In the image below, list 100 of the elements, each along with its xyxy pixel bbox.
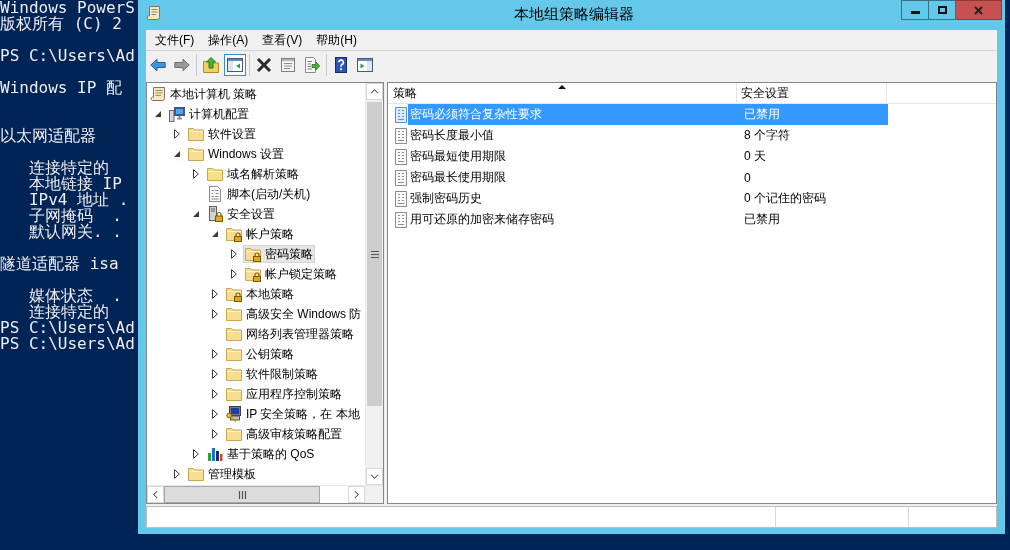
setting-cell-text: 已禁用 — [743, 211, 781, 228]
chevron-right-icon — [353, 490, 360, 499]
policy-cell-text: 密码必须符合复杂性要求 — [409, 106, 543, 123]
expand-arrow-icon[interactable] — [212, 409, 218, 419]
expand-arrow-icon[interactable] — [212, 349, 218, 359]
tree-item[interactable]: 本地策略 — [224, 285, 296, 303]
minimize-icon — [910, 10, 920, 14]
folder-icon — [188, 126, 204, 142]
menu-item[interactable]: 操作(A) — [201, 30, 256, 50]
column-header[interactable]: 安全设置 — [737, 83, 887, 103]
properties-icon — [280, 57, 296, 73]
tree-item[interactable]: 基于策略的 QoS — [205, 445, 317, 463]
menu-item[interactable]: 帮助(H) — [309, 30, 364, 50]
grid-page-icon — [394, 211, 408, 228]
list-row[interactable]: 密码最短使用期限 0 天 — [408, 146, 888, 167]
expand-arrow-icon[interactable] — [212, 369, 218, 379]
folder-icon — [188, 466, 204, 482]
list-row[interactable]: 密码最长使用期限 0 — [408, 167, 888, 188]
expand-arrow-icon[interactable] — [231, 249, 237, 259]
tree-item[interactable]: 安全设置 — [205, 205, 277, 223]
action-pane-icon — [357, 57, 373, 73]
tree-item[interactable]: 域名解析策略 — [205, 165, 301, 183]
tree-item[interactable]: 高级审核策略配置 — [224, 425, 344, 443]
expand-arrow-icon[interactable] — [212, 389, 218, 399]
tree-item[interactable]: IP 安全策略，在 本地 — [224, 405, 362, 423]
scroll-right-button[interactable] — [348, 486, 365, 503]
chevron-up-icon — [370, 88, 379, 95]
expand-arrow-icon[interactable] — [212, 429, 218, 439]
tree-item[interactable]: 计算机配置 — [167, 105, 251, 123]
tree-item[interactable]: 帐户策略 — [224, 225, 296, 243]
console-line: 隧道适配器 isa — [0, 254, 119, 273]
expand-arrow-icon[interactable] — [193, 449, 199, 459]
folder-icon — [188, 146, 204, 162]
console-line: 媒体状态 . — [28, 286, 122, 305]
console-line: Windows PowerS — [0, 0, 135, 17]
scroll-down-button[interactable] — [366, 468, 383, 485]
tree-item[interactable]: 软件限制策略 — [224, 365, 320, 383]
help-icon — [333, 57, 349, 73]
locked-folder-icon — [226, 226, 242, 242]
tree-item[interactable]: 脚本(启动/关机) — [205, 185, 313, 203]
expand-arrow-icon[interactable] — [174, 129, 180, 139]
policy-cell-text: 强制密码历史 — [409, 190, 483, 207]
chevron-down-icon — [370, 473, 379, 480]
console-line: 连接特定的 — [28, 302, 109, 321]
document-icon — [207, 186, 223, 202]
tree-item[interactable]: 软件设置 — [186, 125, 258, 143]
tree-item[interactable]: 管理模板 — [186, 465, 258, 483]
collapse-arrow-icon[interactable] — [193, 211, 199, 217]
scroll-icon — [150, 86, 166, 102]
tree-item[interactable]: 高级安全 Windows 防 — [224, 305, 364, 323]
setting-cell-text: 已禁用 — [743, 106, 781, 123]
sort-arrow-icon — [558, 85, 566, 89]
scrollbar-thumb[interactable] — [367, 102, 382, 406]
setting-cell-text: 0 — [743, 170, 752, 185]
export-list-icon — [304, 57, 320, 73]
maximize-icon — [937, 6, 947, 14]
grid-page-icon — [394, 106, 408, 123]
locked-folder-icon — [226, 286, 242, 302]
setting-cell-text: 0 天 — [743, 148, 767, 165]
tree-item[interactable]: 密码策略 — [243, 245, 315, 263]
expand-arrow-icon[interactable] — [174, 469, 180, 479]
menu-item[interactable]: 查看(V) — [255, 30, 310, 50]
locked-folder-icon — [245, 266, 261, 282]
list-row[interactable]: 用可还原的加密来储存密码 已禁用 — [408, 209, 888, 230]
collapse-arrow-icon[interactable] — [155, 111, 161, 117]
scroll-icon — [146, 5, 161, 21]
menu-item[interactable]: 文件(F) — [148, 30, 202, 50]
collapse-arrow-icon[interactable] — [174, 151, 180, 157]
tree-item[interactable]: 本地计算机 策略 — [148, 85, 260, 103]
scroll-left-button[interactable] — [147, 486, 164, 503]
list-row[interactable]: 强制密码历史 0 个记住的密码 — [408, 188, 888, 209]
grip-icon — [237, 490, 247, 499]
collapse-arrow-icon[interactable] — [212, 231, 218, 237]
tree-item[interactable]: 网络列表管理器策略 — [224, 325, 356, 343]
panel-toggle-icon — [227, 57, 243, 73]
setting-cell-text: 8 个字符 — [743, 127, 791, 144]
scrollbar-thumb[interactable] — [164, 486, 320, 503]
setting-cell-text: 0 个记住的密码 — [743, 190, 827, 207]
tree-item[interactable]: 帐户锁定策略 — [243, 265, 339, 283]
scroll-up-button[interactable] — [366, 83, 383, 100]
folder-icon — [207, 166, 223, 182]
delete-icon — [256, 57, 272, 73]
console-line: 版权所有 (C) 2 — [0, 14, 122, 33]
console-line: PS C:\Users\Ad — [0, 334, 135, 353]
policy-cell-text: 用可还原的加密来储存密码 — [409, 211, 555, 228]
tree-item[interactable]: 应用程序控制策略 — [224, 385, 344, 403]
expand-arrow-icon[interactable] — [231, 269, 237, 279]
bar-chart-icon — [207, 446, 223, 462]
minimize-button[interactable] — [901, 0, 929, 20]
tree-item[interactable]: 公钥策略 — [224, 345, 296, 363]
toolbar-button[interactable] — [224, 54, 246, 76]
expand-arrow-icon[interactable] — [212, 309, 218, 319]
tree-item[interactable]: Windows 设置 — [186, 145, 286, 163]
column-header[interactable]: 策略 — [388, 83, 737, 103]
expand-arrow-icon[interactable] — [212, 289, 218, 299]
list-row[interactable]: 密码长度最小值 8 个字符 — [408, 125, 888, 146]
grid-page-icon — [394, 148, 408, 165]
computer-key-icon — [226, 406, 242, 422]
expand-arrow-icon[interactable] — [193, 169, 199, 179]
policy-cell-text: 密码最短使用期限 — [409, 148, 507, 165]
